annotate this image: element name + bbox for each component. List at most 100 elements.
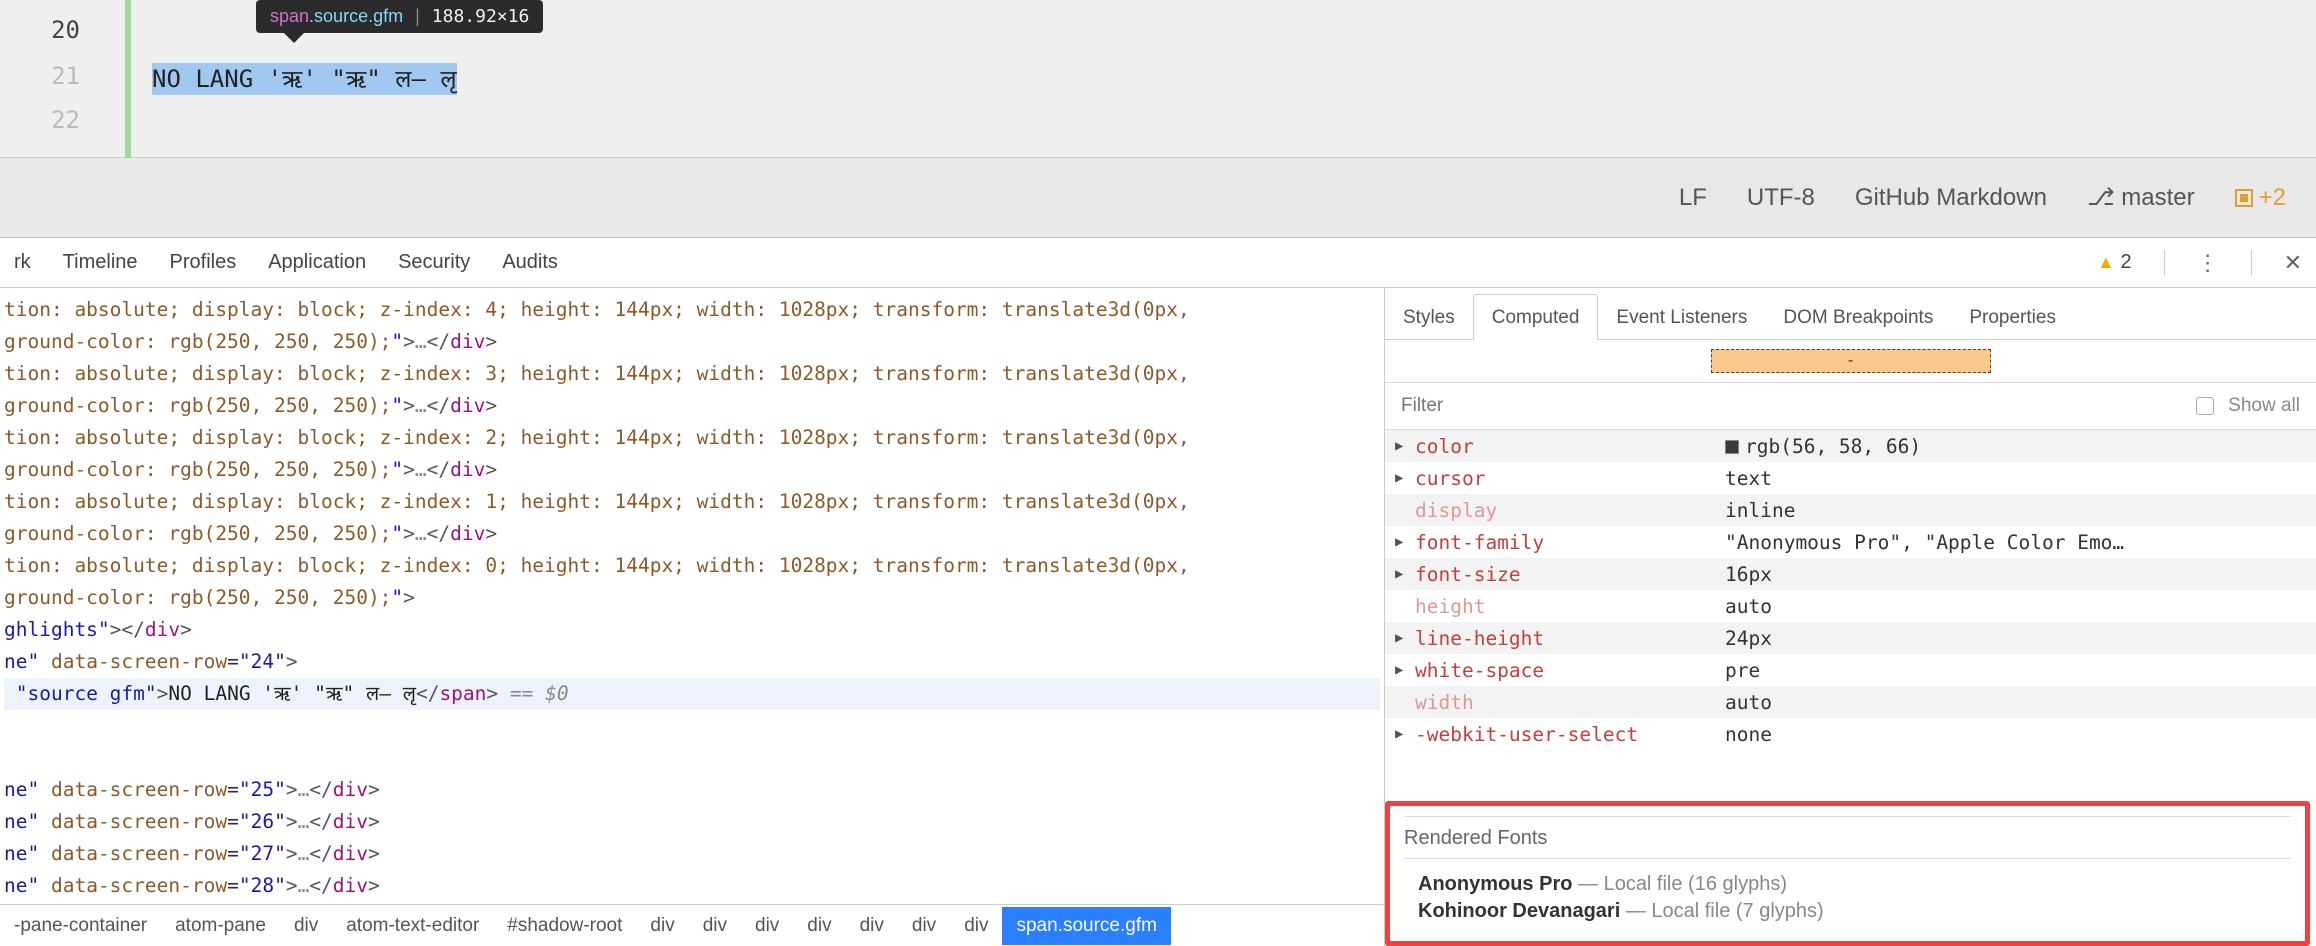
property-name: -webkit-user-select: [1415, 723, 1725, 746]
expand-icon[interactable]: ▶: [1395, 726, 1415, 742]
property-value: auto: [1725, 595, 1772, 618]
tooltip-class: .source.gfm: [309, 6, 403, 26]
rendered-font-row: Anonymous Pro — Local file (16 glyphs): [1404, 871, 2291, 898]
color-swatch-icon: [1725, 440, 1739, 454]
property-name: font-family: [1415, 531, 1725, 554]
editor-line-22[interactable]: 22: [0, 100, 2316, 140]
property-value: text: [1725, 467, 1772, 490]
property-name: line-height: [1415, 627, 1725, 650]
computed-property[interactable]: ▶font-family"Anonymous Pro", "Apple Colo…: [1385, 526, 2316, 558]
expand-icon[interactable]: ▶: [1395, 630, 1415, 646]
line-number: 20: [0, 16, 110, 44]
status-encoding[interactable]: UTF-8: [1747, 184, 1815, 212]
property-value: 16px: [1725, 563, 1772, 586]
property-name: color: [1415, 435, 1725, 458]
box-model[interactable]: -: [1385, 340, 2316, 382]
computed-property[interactable]: ▶widthauto: [1385, 686, 2316, 718]
editor-line-21[interactable]: 21 NO LANG 'ऋ' "ऋ" ल– लृ: [0, 52, 2316, 100]
computed-property[interactable]: ▶cursortext: [1385, 462, 2316, 494]
breadcrumb-item[interactable]: div: [280, 915, 332, 937]
breadcrumb-item[interactable]: atom-text-editor: [332, 915, 493, 937]
property-value: none: [1725, 723, 1772, 746]
breadcrumb-item[interactable]: div: [846, 915, 898, 937]
dom-tree[interactable]: tion: absolute; display: block; z-index:…: [0, 288, 1384, 904]
rendered-fonts: Rendered Fonts Anonymous Pro — Local fil…: [1385, 801, 2310, 946]
expand-icon[interactable]: ▶: [1395, 566, 1415, 582]
tab-dom-breakpoints[interactable]: DOM Breakpoints: [1765, 295, 1951, 339]
elements-panel: tion: absolute; display: block; z-index:…: [0, 288, 1385, 946]
property-value: pre: [1725, 659, 1760, 682]
breadcrumb-item[interactable]: div: [636, 915, 688, 937]
close-icon[interactable]: ✕: [2284, 250, 2302, 276]
kebab-menu-icon[interactable]: ⋮: [2197, 250, 2219, 276]
property-value: auto: [1725, 691, 1772, 714]
breadcrumb-item[interactable]: -pane-container: [0, 915, 161, 937]
property-name: height: [1415, 595, 1725, 618]
property-value: "Anonymous Pro", "Apple Color Emo…: [1725, 531, 2124, 554]
devtools-body: tion: absolute; display: block; z-index:…: [0, 288, 2316, 946]
tooltip-sep: |: [415, 6, 420, 27]
computed-property[interactable]: ▶line-height24px: [1385, 622, 2316, 654]
tooltip-tag: span: [270, 6, 309, 26]
devtools-tab[interactable]: Security: [398, 251, 470, 274]
tab-event-listeners[interactable]: Event Listeners: [1598, 295, 1765, 339]
devtools-tab[interactable]: Profiles: [170, 251, 237, 274]
status-bar: LF UTF-8 GitHub Markdown ⎇ master +2: [0, 158, 2316, 238]
element-tooltip: span.source.gfm | 188.92×16: [256, 0, 543, 33]
property-name: width: [1415, 691, 1725, 714]
property-name: cursor: [1415, 467, 1725, 490]
filter-row: Show all: [1385, 382, 2316, 430]
expand-icon[interactable]: ▶: [1395, 662, 1415, 678]
git-branch-icon: ⎇: [2087, 183, 2115, 212]
breadcrumb-item[interactable]: atom-pane: [161, 915, 280, 937]
property-value: rgb(56, 58, 66): [1725, 435, 1921, 458]
rendered-fonts-title: Rendered Fonts: [1404, 816, 2291, 859]
property-name: font-size: [1415, 563, 1725, 586]
computed-property[interactable]: ▶displayinline: [1385, 494, 2316, 526]
breadcrumb-item[interactable]: div: [898, 915, 950, 937]
devtools-tab[interactable]: Application: [268, 251, 366, 274]
status-line-ending[interactable]: LF: [1679, 184, 1707, 212]
expand-icon[interactable]: ▶: [1395, 470, 1415, 486]
tab-properties[interactable]: Properties: [1951, 295, 2074, 339]
status-branch[interactable]: ⎇ master: [2087, 183, 2195, 212]
breadcrumb-trail: -pane-containeratom-panedivatom-text-edi…: [0, 904, 1384, 946]
toolbar-separator: [2251, 250, 2252, 276]
expand-icon[interactable]: ▶: [1395, 534, 1415, 550]
breadcrumb-item[interactable]: div: [689, 915, 741, 937]
tab-computed[interactable]: Computed: [1473, 294, 1599, 340]
breadcrumb-item[interactable]: div: [793, 915, 845, 937]
property-value: 24px: [1725, 627, 1772, 650]
computed-property[interactable]: ▶heightauto: [1385, 590, 2316, 622]
devtools-tab[interactable]: Audits: [502, 251, 558, 274]
filter-input[interactable]: [1401, 395, 2182, 417]
toolbar-separator: [2164, 250, 2165, 276]
show-all-checkbox[interactable]: [2196, 397, 2214, 415]
tooltip-dimensions: 188.92×16: [432, 6, 530, 27]
editor-area: 20 21 NO LANG 'ऋ' "ऋ" ल– लृ 22 span.sour…: [0, 0, 2316, 158]
computed-property[interactable]: ▶font-size16px: [1385, 558, 2316, 590]
status-changes[interactable]: +2: [2235, 184, 2286, 212]
tab-styles[interactable]: Styles: [1385, 295, 1473, 339]
computed-property[interactable]: ▶white-spacepre: [1385, 654, 2316, 686]
computed-property[interactable]: ▶-webkit-user-selectnone: [1385, 718, 2316, 750]
line-number: 21: [0, 62, 110, 90]
rendered-font-row: Kohinoor Devanagari — Local file (7 glyp…: [1404, 898, 2291, 925]
breadcrumb-item[interactable]: div: [950, 915, 1002, 937]
devtools-tab[interactable]: rk: [14, 251, 31, 274]
computed-property[interactable]: ▶colorrgb(56, 58, 66): [1385, 430, 2316, 462]
property-name: display: [1415, 499, 1725, 522]
changes-icon: [2235, 189, 2253, 207]
editor-selected-text[interactable]: NO LANG 'ऋ' "ऋ" ल– लृ: [152, 62, 457, 95]
status-grammar[interactable]: GitHub Markdown: [1855, 184, 2047, 212]
breadcrumb-item[interactable]: #shadow-root: [493, 915, 636, 937]
devtools-tab[interactable]: Timeline: [63, 251, 138, 274]
warnings-badge[interactable]: ▲ 2: [2097, 251, 2132, 274]
breadcrumb-item[interactable]: span.source.gfm: [1002, 907, 1170, 945]
tooltip-arrow-icon: [284, 33, 304, 43]
line-number: 22: [0, 106, 110, 134]
expand-icon[interactable]: ▶: [1395, 438, 1415, 454]
breadcrumb-item[interactable]: div: [741, 915, 793, 937]
property-name: white-space: [1415, 659, 1725, 682]
devtools-toolbar: rk Timeline Profiles Application Securit…: [0, 238, 2316, 288]
